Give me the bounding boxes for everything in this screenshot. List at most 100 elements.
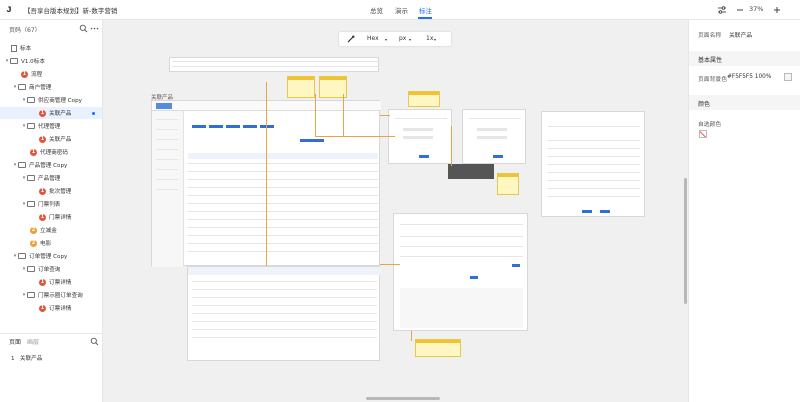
tab-annotate[interactable]: 标注 [419,5,432,15]
tree-item-label: 批次管理 [49,189,72,195]
tree-item-label: 订单查询 [38,267,61,273]
pages-count-header: 页码（67） [9,27,41,34]
no-color-swatch[interactable] [699,130,707,138]
current-page-dot [92,111,95,115]
tab-pages[interactable]: 页面 [9,337,21,346]
tooltip-preview [448,164,494,179]
tree-item-label: 门票示圈订单查询 [38,293,83,299]
doc-title: 【吾享台版本规划】新-数字营销 [24,7,118,15]
folder-icon [10,58,18,64]
tab-overview[interactable]: 总览 [370,5,383,15]
tree-item[interactable]: ▾ 门票示圈订单查询 [0,289,102,301]
logo-icon[interactable]: ᴊ [6,4,18,16]
tree-item[interactable]: ▾ 产品管理 Copy [0,159,102,171]
design-canvas[interactable]: Hex ▾ px ▾ 1x ▾ 关联产品 [103,20,688,402]
tree-item[interactable]: 1 流程 [0,68,102,80]
table-artboard[interactable] [187,266,381,361]
relation-artboard[interactable] [393,213,528,331]
color-section-header: 颜色 [689,95,800,110]
zoom-level: 37% [749,5,764,13]
table-artboard[interactable] [169,57,379,72]
tree-item[interactable]: ▾ V1.0标本 [0,55,102,67]
tree-item-label: 标本 [20,46,32,52]
tree-item-label: 关联产品 [49,137,72,143]
tree-item[interactable]: ▾ 门票列表 [0,198,102,210]
tree-item[interactable]: 1 代理商密码 [0,146,102,158]
tree-item[interactable]: 1 关联产品 [0,133,102,145]
tree-item[interactable]: 1 批次管理 [0,185,102,197]
format-toolbar: Hex ▾ px ▾ 1x ▾ [339,32,451,46]
tree-item[interactable]: ▾ 代理管理 [0,120,102,132]
basic-section-header: 基本属性 [689,51,800,66]
page-list-item[interactable]: 1 关联产品 [11,354,42,362]
tab-demo[interactable]: 演示 [395,5,408,15]
tab-layers[interactable]: 画层 [27,337,39,346]
bg-color-label: 页面背景色 [698,77,727,83]
zoom-out-icon[interactable] [734,4,746,16]
folder-icon [27,266,35,272]
page-icon [11,44,17,52]
tree-item[interactable]: ▾ 商户管理 [0,81,102,93]
status-badge: 1 [39,213,46,221]
tree-item-label: 产品管理 Copy [29,163,68,169]
top-bar: ᴊ 【吾享台版本规划】新-数字营销 总览 演示 标注 37% [0,0,800,20]
tree-item-label: 商户管理 [29,85,52,91]
chevron-down-icon[interactable]: ▾ [434,37,436,42]
folder-icon [27,175,35,181]
dialog-artboard[interactable] [462,109,526,164]
annotation-note[interactable] [415,339,461,357]
tree-item[interactable]: 2 立减金 [0,224,102,236]
unit-select[interactable]: px [399,35,406,42]
own-color-label: 自选颜色 [698,122,722,128]
section-title: 基本属性 [698,57,723,64]
format-select[interactable]: Hex [367,35,379,42]
tree-item-label: 代理管理 [38,124,61,130]
tree-item-label: 订票详情 [49,280,72,286]
bg-color-swatch[interactable] [784,73,792,81]
status-badge: 2 [30,226,37,234]
properties-panel: 页面名称 关联产品 基本属性 页面背景色 #F5F5F5 100% 颜色 自选颜… [688,20,800,402]
zoom-in-icon[interactable] [771,4,783,16]
search-icon[interactable] [79,24,88,33]
tree-item-label: 产品管理 [38,176,61,182]
annotation-note[interactable] [287,76,315,98]
tree-item-label: 供应商管理 Copy [38,98,82,104]
tree-item[interactable]: ▾ 订单查询 [0,263,102,275]
vertical-scrollbar[interactable] [684,178,687,304]
tree-item[interactable]: ▾ 订单管理 Copy [0,250,102,262]
tree-item-selected[interactable]: 1 关联产品 [0,107,102,119]
more-icon[interactable] [90,24,99,33]
bg-color-value[interactable]: #F5F5F5 100% [727,74,771,80]
selector-artboard[interactable] [541,111,645,217]
page-name-label: 页面名称 [698,33,722,39]
tree-item[interactable]: 2 电影 [0,237,102,249]
chevron-down-icon[interactable]: ▾ [409,37,411,42]
tree-item-label: 订单管理 Copy [29,254,68,260]
page-number: 1 [11,356,15,362]
divider [0,333,102,334]
tree-item-label: V1.0标本 [21,59,45,65]
tree-item-label: 门票详情 [49,215,72,221]
chevron-down-icon[interactable]: ▾ [385,37,387,42]
annotation-note[interactable] [497,173,519,195]
folder-icon [18,84,26,90]
tree-item-label: 订票详情 [49,306,72,312]
status-badge: 1 [39,135,46,143]
tree-item[interactable]: ▾ 供应商管理 Copy [0,94,102,106]
sliders-icon[interactable] [716,4,728,16]
tree-item[interactable]: 1 订票详情 [0,276,102,288]
tree-item[interactable]: 1 门票详情 [0,211,102,223]
horizontal-scrollbar[interactable] [366,397,440,400]
tree-item[interactable]: 1 订票详情 [0,302,102,314]
page-name-value[interactable]: 关联产品 [729,30,752,39]
scale-select[interactable]: 1x [426,35,433,42]
folder-icon [27,123,35,129]
status-badge: 2 [30,239,37,247]
search-icon[interactable] [90,337,99,346]
eyedropper-icon[interactable] [347,35,355,43]
annotation-note[interactable] [408,91,440,107]
dialog-artboard[interactable] [388,109,452,164]
folder-icon [18,253,26,259]
tree-item[interactable]: 标本 [0,42,102,54]
tree-item[interactable]: ▾ 产品管理 [0,172,102,184]
